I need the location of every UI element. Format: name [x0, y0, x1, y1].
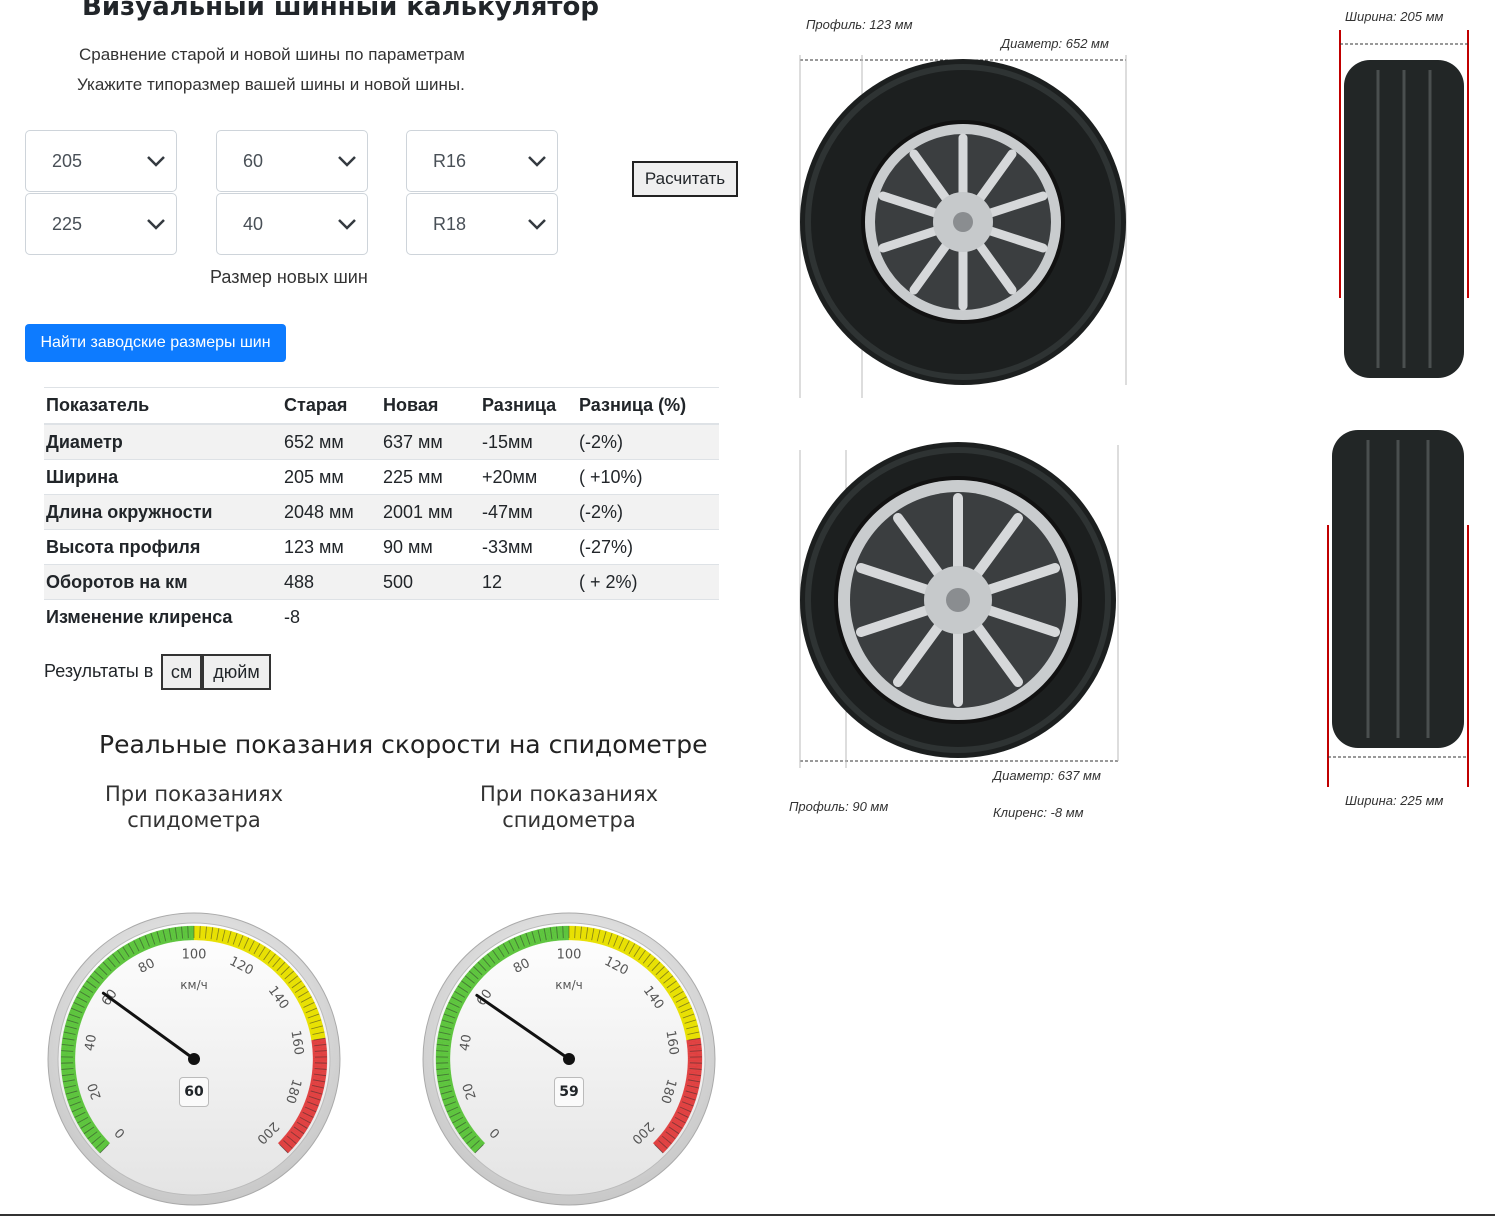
old-profile-select[interactable]: 60	[216, 130, 368, 192]
chevron-down-icon	[338, 219, 356, 230]
gauge-tick-label: 100	[557, 948, 582, 963]
old-tire-front-image	[1339, 30, 1469, 378]
chevron-down-icon	[528, 156, 546, 167]
old-profile-label: Профиль: 123 мм	[806, 17, 913, 32]
gauge-tick-label: 40	[83, 1033, 100, 1052]
speedometer-gauge-old: 020406080100120140160180200км/ч	[47, 912, 341, 1206]
table-row: Высота профиля 123 мм 90 мм -33мм (-27%)	[44, 529, 719, 565]
new-tires-caption: Размер новых шин	[210, 267, 368, 287]
gauge-caption-new: При показаниях спидометра	[479, 782, 659, 832]
new-tire-front-image	[1327, 430, 1469, 787]
chevron-down-icon	[147, 219, 165, 230]
chevron-down-icon	[147, 156, 165, 167]
gauge-value-old: 60	[179, 1077, 209, 1107]
new-width-select[interactable]: 225	[25, 193, 177, 255]
table-cell	[577, 599, 719, 634]
old-profile-value: 60	[243, 151, 264, 171]
gauge-unit-label: км/ч	[180, 978, 207, 992]
table-row: Длина окружности 2048 мм 2001 мм -47мм (…	[44, 494, 719, 530]
chevron-down-icon	[338, 156, 356, 167]
table-header-cell: Разница	[480, 387, 577, 425]
table-header-cell: Старая	[282, 387, 381, 425]
table-cell: 12	[480, 564, 577, 600]
gauge-unit-label: км/ч	[555, 978, 582, 992]
gauge-value-new: 59	[554, 1077, 584, 1107]
table-header-cell: Новая	[381, 387, 480, 425]
page-instructions: Укажите типоразмер вашей шины и новой ши…	[77, 75, 465, 94]
table-cell: -33мм	[480, 529, 577, 565]
old-width-value: 205	[52, 151, 83, 171]
new-tire-side-image	[799, 442, 1119, 768]
table-header-row: Показатель Старая Новая Разница Разница …	[44, 387, 719, 425]
comparison-table: Показатель Старая Новая Разница Разница …	[44, 387, 719, 634]
table-cell: (-2%)	[577, 494, 719, 530]
table-cell: 225 мм	[381, 459, 480, 495]
old-width-select[interactable]: 205	[25, 130, 177, 192]
gauge-tick-label: 100	[182, 948, 207, 963]
table-cell: 500	[381, 564, 480, 600]
find-factory-sizes-button[interactable]: Найти заводские размеры шин	[25, 324, 286, 362]
table-cell: ( +10%)	[577, 459, 719, 495]
table-cell: (-27%)	[577, 529, 719, 565]
table-row: Ширина 205 мм 225 мм +20мм ( +10%)	[44, 459, 719, 495]
table-row: Изменение клиренса -8	[44, 599, 719, 634]
new-profile-select[interactable]: 40	[216, 193, 368, 255]
gauge-tick-label: 40	[458, 1033, 475, 1052]
table-cell: Диаметр	[44, 423, 282, 460]
table-cell	[480, 599, 577, 634]
new-clearance-label: Клиренс: -8 мм	[993, 805, 1084, 820]
old-radius-select[interactable]: R16	[406, 130, 558, 192]
table-cell: 90 мм	[381, 529, 480, 565]
table-row: Оборотов на км 488 500 12 ( + 2%)	[44, 564, 719, 600]
gauge-caption-old: При показаниях спидометра	[104, 782, 284, 832]
units-cm-button[interactable]: см	[161, 654, 202, 690]
table-cell: Высота профиля	[44, 529, 282, 565]
table-cell: Ширина	[44, 459, 282, 495]
units-inch-button[interactable]: дюйм	[202, 654, 271, 690]
table-cell: 488	[282, 564, 381, 600]
table-cell: Оборотов на км	[44, 564, 282, 600]
calculate-button[interactable]: Расчитать	[632, 161, 738, 197]
results-units-label: Результаты в	[44, 661, 154, 681]
new-profile-value: 40	[243, 214, 264, 234]
table-cell: -47мм	[480, 494, 577, 530]
new-width-value: 225	[52, 214, 83, 234]
table-cell: 2001 мм	[381, 494, 480, 530]
page-title: Визуальный шинный калькулятор	[82, 0, 599, 22]
table-cell: (-2%)	[577, 423, 719, 460]
chevron-down-icon	[528, 219, 546, 230]
table-cell: 637 мм	[381, 423, 480, 460]
old-width-label: Ширина: 205 мм	[1345, 9, 1444, 24]
old-diameter-label: Диаметр: 652 мм	[1001, 36, 1109, 51]
new-width-label: Ширина: 225 мм	[1345, 793, 1444, 808]
table-header-cell: Разница (%)	[577, 387, 719, 425]
new-radius-select[interactable]: R18	[406, 193, 558, 255]
page-subtitle: Сравнение старой и новой шины по парамет…	[79, 45, 465, 64]
new-radius-value: R18	[433, 214, 467, 234]
old-radius-value: R16	[433, 151, 467, 171]
table-cell: Длина окружности	[44, 494, 282, 530]
table-cell: -8	[282, 599, 381, 634]
table-row: Диаметр 652 мм 637 мм -15мм (-2%)	[44, 423, 719, 460]
speedometer-title: Реальные показания скорости на спидометр…	[99, 730, 708, 759]
table-cell: Изменение клиренса	[44, 599, 282, 634]
table-cell: ( + 2%)	[577, 564, 719, 600]
table-cell	[381, 599, 480, 634]
table-cell: +20мм	[480, 459, 577, 495]
table-cell: -15мм	[480, 423, 577, 460]
old-tire-side-image	[799, 55, 1127, 398]
table-cell: 205 мм	[282, 459, 381, 495]
table-header-cell: Показатель	[44, 387, 282, 425]
speedometer-gauge-new: 020406080100 120140160180200км/ч	[422, 912, 716, 1206]
table-cell: 123 мм	[282, 529, 381, 565]
table-cell: 2048 мм	[282, 494, 381, 530]
table-cell: 652 мм	[282, 423, 381, 460]
new-profile-label: Профиль: 90 мм	[789, 799, 889, 814]
new-diameter-label: Диаметр: 637 мм	[993, 768, 1101, 783]
